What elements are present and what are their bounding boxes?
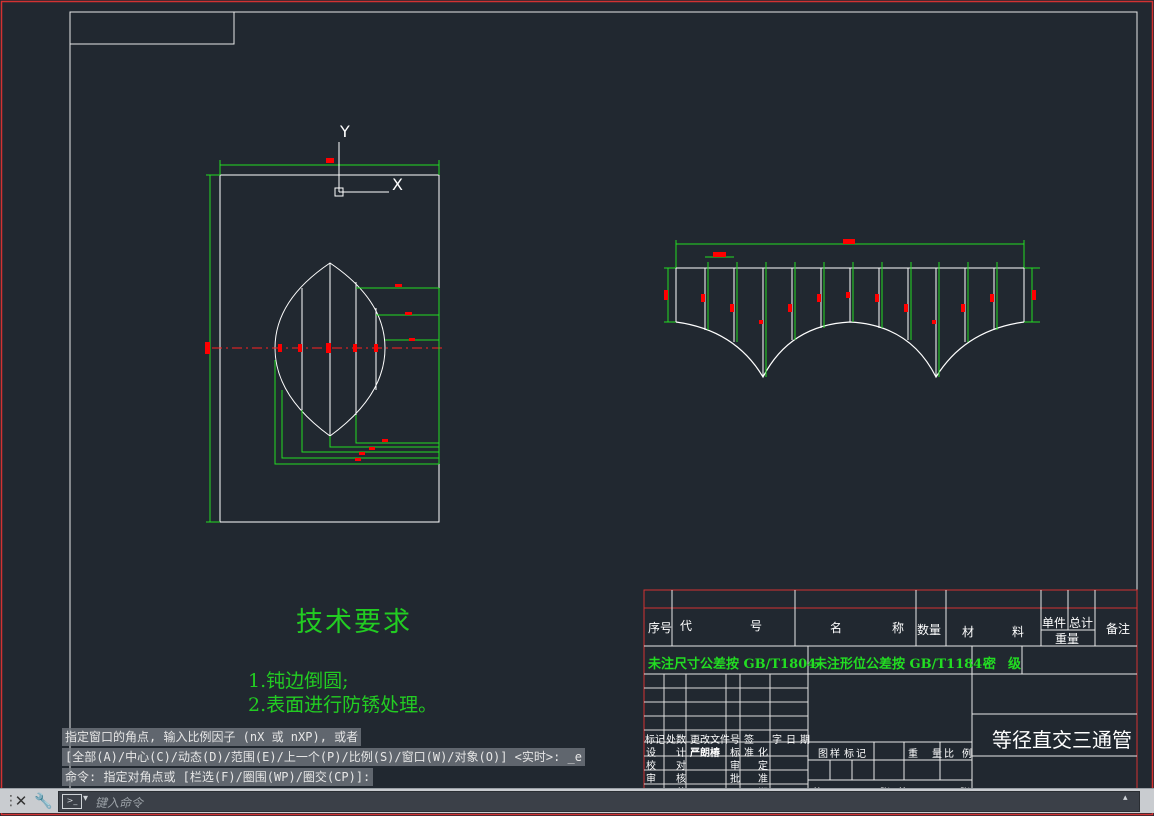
tb-stage-cell: 量 [932,749,942,760]
tb-part-name: 等径直交三通管 [992,728,1132,752]
tb-header-name-b: 称 [892,621,905,635]
tb-stage-cell: 记 [856,749,866,760]
scroll-arrow-icon[interactable]: ▴ [1123,793,1133,809]
tb-header-material-b: 料 [1012,625,1025,639]
ucs-y-label: Y [340,122,350,141]
command-history-line: 指定窗口的角点, 输入比例因子 (nX 或 nXP), 或者 [62,728,362,746]
sheet-border [0,0,1154,816]
drawing-frame [69,11,1138,800]
ucs-x-label: X [392,175,403,194]
wrench-icon[interactable]: 🔧 [34,791,53,811]
tb-secret-a: 密 [983,657,997,672]
tb-header-weight: 重量 [1055,632,1080,646]
tech-requirements-title: 技术要求 [296,607,412,638]
tb-stage-cell: 重 [908,749,918,760]
tb-tolerance-dim: 未注尺寸公差按 GB/T1804- [648,657,822,672]
tb-stage-cell: 标 [844,749,854,760]
tech-requirement-item: 2.表面进行防锈处理。 [248,694,438,716]
tb-secret-b: 级 [1008,657,1022,672]
tb-header-name-a: 名 [830,621,843,635]
tb-header-unit-weight: 单件 [1042,616,1067,630]
drag-handle-icon[interactable]: ⋮ [4,792,18,810]
tb-sign-cell: 准 [744,748,754,759]
tb-rev-cell: 字 [772,735,782,746]
tb-header-code-b: 号 [750,619,763,633]
command-history-line: [全部(A)/中心(C)/动态(D)/范围(E)/上一个(P)/比例(S)/窗口… [62,748,585,766]
tb-rev-cell: 期 [800,735,810,746]
chevron-down-icon[interactable]: ▾ [83,793,88,804]
command-line-bar: ⋮ ✕ 🔧 >_ ▾ ▴ [0,788,1154,813]
tb-stage-cell: 例 [962,749,972,760]
tb-sign-cell: 准 [758,774,768,785]
tb-sign-cell: 批 [730,774,740,785]
tech-requirement-item: 1.钝边倒圆; [248,670,349,692]
left-development-view[interactable] [205,158,445,523]
command-input[interactable] [93,792,1097,813]
tb-sign-cell: 审 [646,774,656,785]
tb-header-code-a: 代 [680,619,693,633]
corner-box [69,11,235,45]
command-prompt-icon[interactable]: >_ [62,794,82,809]
tb-rev-cell: 日 [786,735,796,746]
tb-header-total-weight: 总计 [1069,616,1094,630]
tb-stage-cell: 图 [818,749,828,760]
tb-tolerance-geo: 未注形位公差按 GB/T1184- [814,657,988,672]
drawing-canvas[interactable] [0,0,1154,816]
command-input-wrapper: >_ ▾ ▴ [58,791,1140,813]
ucs-icon [334,142,389,197]
close-icon[interactable]: ✕ [12,791,30,811]
command-history-line: 命令: 指定对角点或 [栏选(F)/圈围(WP)/圈交(CP)]: [62,768,374,786]
tb-stage-cell: 样 [830,749,840,760]
tb-header-qty: 数量 [917,623,942,637]
tb-sign-cell: 核 [676,774,686,785]
tb-header-material-a: 材 [962,625,975,639]
tb-header-remark: 备注 [1106,622,1131,636]
tb-designer-name: 严朗椿 [690,748,720,759]
right-development-view[interactable] [664,239,1040,379]
tb-header-seq: 序号 [648,621,673,635]
tb-stage-cell: 比 [944,749,954,760]
